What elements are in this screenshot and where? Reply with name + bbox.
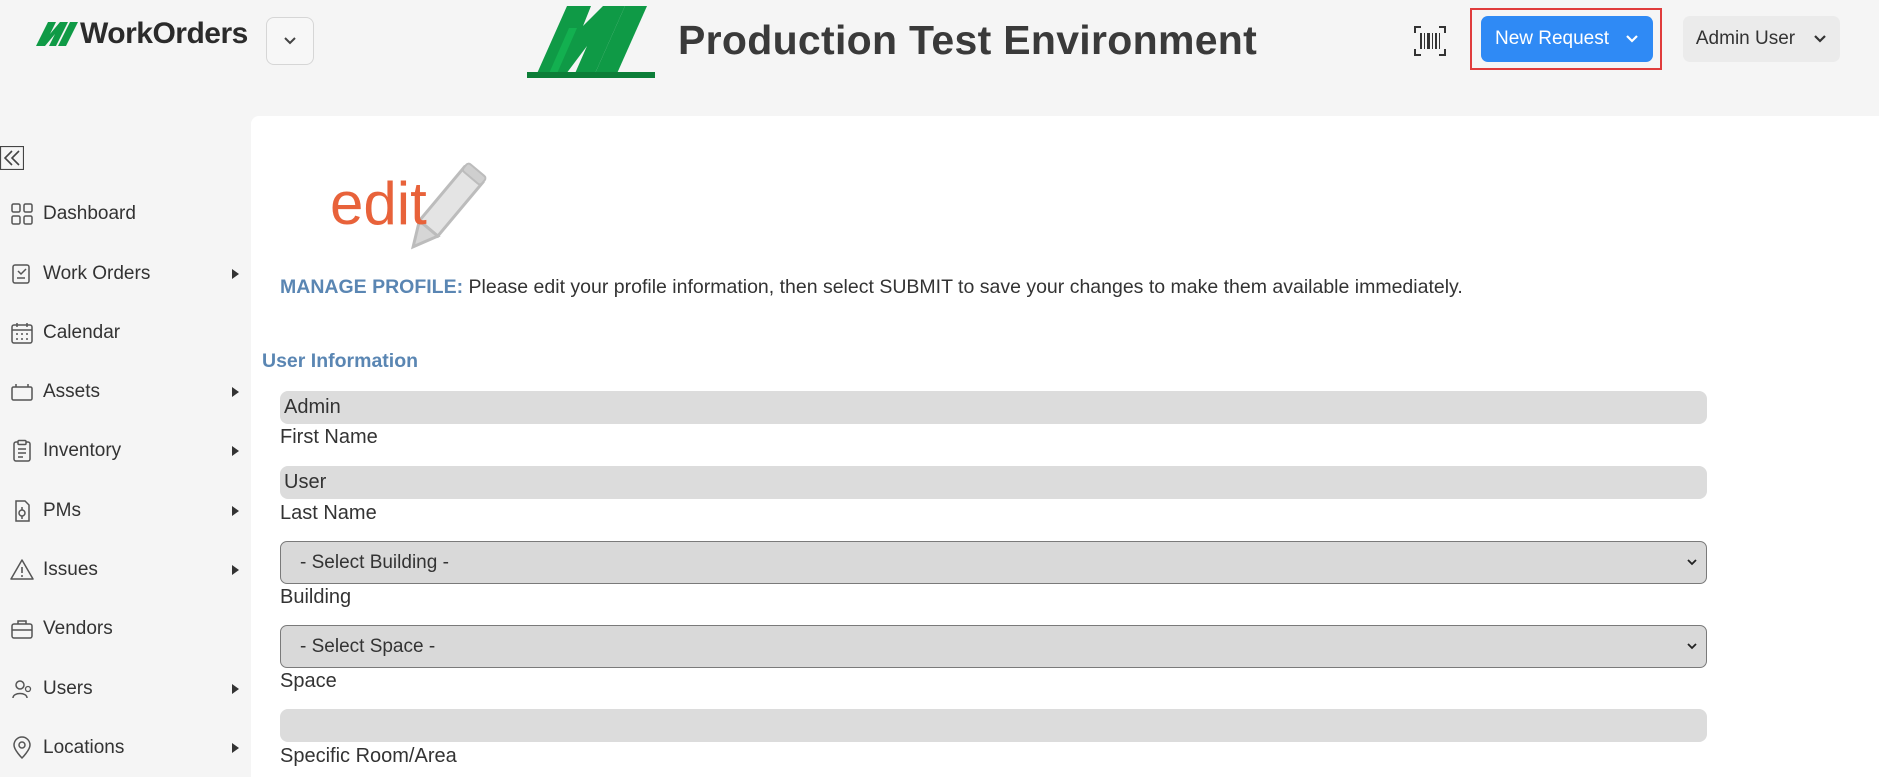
expand-caret-icon bbox=[232, 743, 239, 753]
space-selected-value: - Select Space - bbox=[300, 635, 436, 657]
collapse-sidebar-icon[interactable] bbox=[0, 146, 24, 170]
briefcase-icon bbox=[11, 620, 33, 639]
chevron-down-icon bbox=[1626, 35, 1638, 43]
environment-logo-icon bbox=[527, 6, 655, 78]
sidebar-item-assets[interactable]: Assets bbox=[0, 372, 250, 412]
barcode-scan-icon[interactable] bbox=[1414, 26, 1446, 56]
sidebar-item-locations[interactable]: Locations bbox=[0, 728, 250, 768]
sidebar-item-vendors[interactable]: Vendors bbox=[0, 609, 250, 649]
sidebar-item-label: Users bbox=[43, 678, 93, 699]
manage-profile-intro: MANAGE PROFILE: Please edit your profile… bbox=[280, 276, 1463, 299]
warning-icon bbox=[10, 559, 34, 580]
first-name-input[interactable]: Admin bbox=[280, 391, 1707, 424]
asset-icon bbox=[11, 384, 33, 401]
edit-pencil-icon: edit bbox=[330, 162, 487, 250]
environment-title: Production Test Environment bbox=[678, 17, 1258, 63]
room-area-label: Specific Room/Area bbox=[280, 745, 457, 767]
work-order-icon bbox=[12, 264, 30, 284]
calendar-icon bbox=[11, 323, 33, 344]
users-icon bbox=[12, 680, 32, 699]
expand-caret-icon bbox=[232, 684, 239, 694]
sidebar-item-label: Calendar bbox=[43, 322, 121, 343]
space-label: Space bbox=[280, 670, 337, 692]
top-header: WorkOrders Production Test Environment N… bbox=[0, 0, 1879, 100]
last-name-input[interactable]: User bbox=[280, 466, 1707, 499]
new-request-highlight: New Request bbox=[1470, 8, 1662, 70]
user-menu-button[interactable]: Admin User bbox=[1683, 16, 1840, 62]
expand-caret-icon bbox=[232, 387, 239, 397]
expand-caret-icon bbox=[232, 565, 239, 575]
sidebar-item-label: Issues bbox=[43, 559, 98, 580]
chevron-down-icon bbox=[284, 37, 296, 45]
sidebar-item-pms[interactable]: PMs bbox=[0, 491, 250, 531]
expand-caret-icon bbox=[232, 506, 239, 516]
brand-name: WorkOrders bbox=[80, 17, 248, 50]
main-content: edit MANAGE PROFILE: Please edit your pr… bbox=[251, 116, 1879, 777]
clipboard-icon bbox=[13, 439, 31, 462]
sidebar-item-calendar[interactable]: Calendar bbox=[0, 313, 250, 353]
pm-icon bbox=[15, 500, 30, 522]
chevron-down-icon bbox=[1687, 643, 1697, 650]
brand-logo[interactable]: WorkOrders bbox=[36, 16, 248, 52]
sidebar-item-label: Work Orders bbox=[43, 263, 151, 284]
workorders-logo-icon bbox=[36, 22, 78, 46]
first-name-value: Admin bbox=[284, 396, 341, 418]
section-title: User Information bbox=[262, 350, 419, 372]
app-switcher-dropdown[interactable] bbox=[266, 17, 314, 65]
sidebar-item-label: PMs bbox=[43, 500, 81, 521]
building-label: Building bbox=[280, 586, 352, 608]
first-name-label: First Name bbox=[280, 426, 378, 448]
building-selected-value: - Select Building - bbox=[300, 551, 449, 573]
sidebar-item-work-orders[interactable]: Work Orders bbox=[0, 254, 250, 294]
sidebar-item-label: Dashboard bbox=[43, 203, 136, 224]
user-menu-label: Admin User bbox=[1695, 28, 1796, 49]
edit-graphic-text: edit bbox=[330, 170, 427, 237]
sidebar-item-issues[interactable]: Issues bbox=[0, 550, 250, 590]
location-pin-icon bbox=[13, 736, 31, 760]
expand-caret-icon bbox=[232, 446, 239, 456]
last-name-value: User bbox=[284, 471, 327, 493]
sidebar-item-dashboard[interactable]: Dashboard bbox=[0, 194, 250, 234]
chevron-down-icon bbox=[1687, 559, 1697, 566]
space-select[interactable]: - Select Space - bbox=[280, 625, 1707, 668]
grid-icon bbox=[11, 203, 33, 225]
last-name-label: Last Name bbox=[280, 502, 377, 524]
sidebar-item-label: Inventory bbox=[43, 440, 122, 461]
new-request-label: New Request bbox=[1494, 28, 1610, 49]
expand-caret-icon bbox=[232, 269, 239, 279]
sidebar-item-label: Locations bbox=[43, 737, 125, 758]
new-request-button[interactable]: New Request bbox=[1481, 16, 1653, 62]
intro-title: MANAGE PROFILE: bbox=[280, 276, 464, 298]
building-select[interactable]: - Select Building - bbox=[280, 541, 1707, 584]
chevron-down-icon bbox=[1814, 35, 1826, 43]
sidebar-item-label: Vendors bbox=[43, 618, 113, 639]
sidebar-item-label: Assets bbox=[43, 381, 101, 402]
sidebar-item-inventory[interactable]: Inventory bbox=[0, 431, 250, 471]
room-area-input[interactable] bbox=[280, 709, 1707, 742]
sidebar: Dashboard Work Orders Calendar Assets In… bbox=[0, 116, 250, 777]
intro-text: Please edit your profile information, th… bbox=[463, 276, 1463, 298]
sidebar-item-users[interactable]: Users bbox=[0, 669, 250, 709]
